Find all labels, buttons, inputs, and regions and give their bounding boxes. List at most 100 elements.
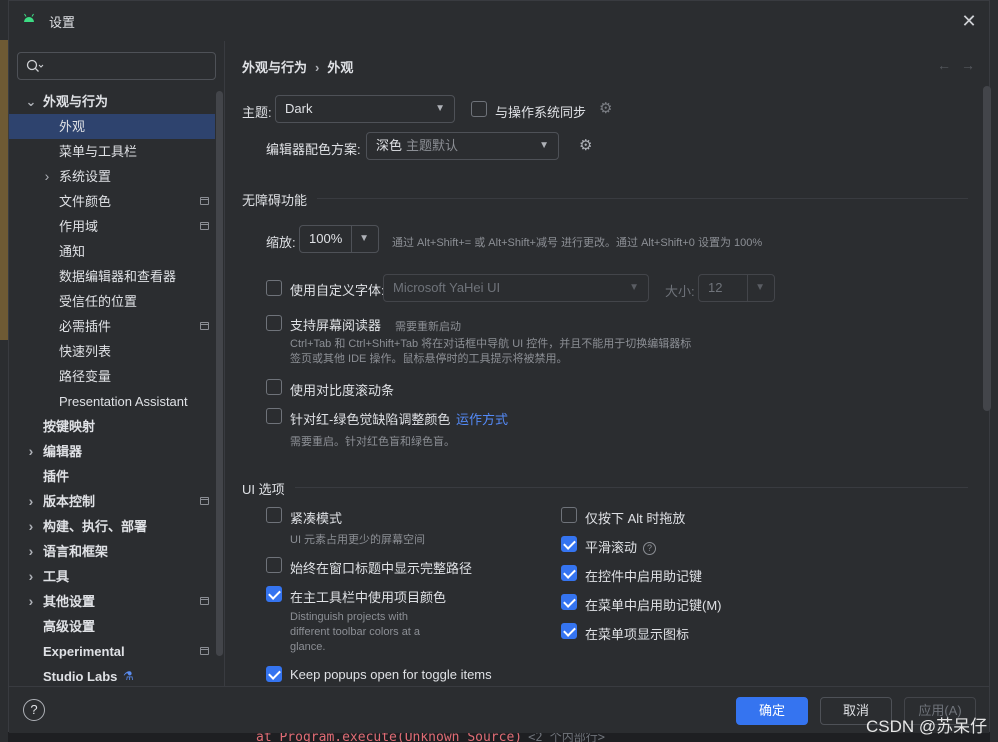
close-icon[interactable]: ✕ [959, 11, 979, 31]
project-colors-label[interactable]: 在主工具栏中使用项目颜色 [290, 587, 446, 606]
sidebar-item[interactable]: 路径变量 [9, 364, 215, 389]
chevron-down-icon: ▼ [359, 233, 369, 244]
screen-reader-label[interactable]: 支持屏幕阅读器 需要重新启动 [290, 315, 461, 334]
sidebar-item[interactable]: › 版本控制 [9, 489, 215, 514]
sidebar-item[interactable]: › 语言和框架 [9, 539, 215, 564]
mnemonics-menu-label[interactable]: 在菜单中启用助记键(M) [585, 595, 722, 614]
sync-os-label[interactable]: 与操作系统同步 [495, 102, 586, 121]
sidebar-item[interactable]: 作用域 [9, 214, 215, 239]
sidebar-item[interactable]: › 系统设置 [9, 164, 215, 189]
color-deficiency-label[interactable]: 针对红-绿色觉缺陷调整颜色 [290, 409, 450, 428]
sidebar-item[interactable]: 通知 [9, 239, 215, 264]
contrast-scrollbar-label[interactable]: 使用对比度滚动条 [290, 380, 394, 399]
custom-font-checkbox[interactable] [266, 280, 282, 296]
custom-font-label[interactable]: 使用自定义字体: [290, 280, 385, 299]
theme-select[interactable]: Dark ▼ [275, 95, 455, 123]
keep-popups-checkbox[interactable] [266, 666, 282, 682]
sidebar-item[interactable]: › 其他设置 [9, 589, 215, 614]
font-size-label: 大小: [665, 284, 695, 299]
sidebar-item[interactable]: 插件 [9, 464, 215, 489]
chevron-down-icon: ▼ [755, 282, 765, 293]
forward-arrow-icon[interactable]: → [961, 57, 985, 73]
screen-reader-checkbox[interactable] [266, 315, 282, 331]
chevron-right-icon[interactable]: › [25, 489, 37, 514]
sidebar-item[interactable]: › 构建、执行、部署 [9, 514, 215, 539]
chevron-down-icon: ▼ [629, 282, 639, 293]
sidebar-item-label: 其他设置 [43, 594, 96, 609]
sidebar-item[interactable]: 数据编辑器和查看器 [9, 264, 215, 289]
breadcrumb-current: 外观 [327, 60, 354, 75]
scheme-label: 编辑器配色方案: [266, 142, 361, 157]
chevron-right-icon[interactable]: › [25, 589, 37, 614]
sidebar-item-label: 受信任的位置 [59, 294, 138, 309]
keep-popups-label[interactable]: Keep popups open for toggle items [290, 667, 492, 682]
scheme-select[interactable]: 深色 主题默认 ▼ [366, 132, 559, 160]
smooth-scroll-checkbox[interactable] [561, 536, 577, 552]
sidebar-item[interactable]: 菜单与工具栏 [9, 139, 215, 164]
sidebar-item[interactable]: 按键映射 [9, 414, 215, 439]
font-select[interactable]: Microsoft YaHei UI ▼ [383, 274, 649, 302]
color-deficiency-checkbox[interactable] [266, 408, 282, 424]
sidebar-item-label: 语言和框架 [43, 544, 109, 559]
zoom-value: 100% [309, 231, 343, 246]
font-size-select[interactable]: 12 ▼ [698, 274, 775, 302]
mnemonics-controls-label[interactable]: 在控件中启用助记键 [585, 566, 702, 585]
smooth-scroll-label[interactable]: 平滑滚动? [585, 537, 657, 556]
sidebar-item[interactable]: 受信任的位置 [9, 289, 215, 314]
chevron-right-icon[interactable]: › [25, 564, 37, 589]
chevron-right-icon[interactable]: › [25, 539, 37, 564]
sync-os-checkbox[interactable] [471, 101, 487, 117]
full-path-label[interactable]: 始终在窗口标题中显示完整路径 [290, 558, 472, 577]
theme-label: 主题: [242, 105, 272, 120]
divider [317, 198, 968, 199]
compact-mode-checkbox[interactable] [266, 507, 282, 523]
chevron-right-icon[interactable]: › [41, 164, 53, 189]
sidebar-item-label: 高级设置 [43, 619, 96, 634]
mnemonics-controls-checkbox[interactable] [561, 565, 577, 581]
zoom-select[interactable]: 100% ▼ [299, 225, 379, 253]
chevron-right-icon[interactable]: › [25, 514, 37, 539]
back-arrow-icon[interactable]: ← [937, 57, 961, 73]
compact-mode-label[interactable]: 紧凑模式 [290, 508, 342, 527]
chevron-down-icon: ▼ [539, 140, 549, 151]
sidebar-item[interactable]: 高级设置 [9, 614, 215, 639]
sidebar-item[interactable]: Presentation Assistant [9, 389, 215, 414]
mnemonics-menu-checkbox[interactable] [561, 594, 577, 610]
alt-drag-label[interactable]: 仅按下 Alt 时拖放 [585, 508, 685, 527]
sidebar-item[interactable]: › 工具 [9, 564, 215, 589]
sidebar-item[interactable]: 文件颜色 [9, 189, 215, 214]
alt-drag-checkbox[interactable] [561, 507, 577, 523]
content-scrollbar[interactable] [983, 86, 991, 411]
full-path-checkbox[interactable] [266, 557, 282, 573]
sidebar-item[interactable]: 必需插件 [9, 314, 215, 339]
contrast-scrollbar-checkbox[interactable] [266, 379, 282, 395]
gear-icon[interactable]: ⚙ [579, 136, 592, 154]
sidebar-item-label: 必需插件 [59, 319, 112, 334]
breadcrumb-parent[interactable]: 外观与行为 [242, 60, 307, 75]
background-panel [0, 40, 8, 340]
sidebar-item[interactable]: 快速列表 [9, 339, 215, 364]
chevron-down-icon[interactable]: ⌄ [25, 89, 37, 114]
how-it-works-link[interactable]: 运作方式 [456, 409, 508, 428]
search-input[interactable] [17, 52, 216, 80]
sidebar-scrollbar[interactable] [216, 91, 223, 656]
zoom-label: 缩放: [266, 235, 296, 250]
menu-icons-label[interactable]: 在菜单项显示图标 [585, 624, 689, 643]
project-colors-checkbox[interactable] [266, 586, 282, 602]
gear-icon[interactable]: ⚙ [599, 99, 612, 117]
sidebar-item[interactable]: › 编辑器 [9, 439, 215, 464]
menu-icons-checkbox[interactable] [561, 623, 577, 639]
project-colors-hint: Distinguish projects with different tool… [290, 610, 420, 655]
help-button[interactable]: ? [23, 699, 45, 721]
project-settings-icon [200, 647, 209, 655]
chevron-right-icon[interactable]: › [25, 439, 37, 464]
ok-button[interactable]: 确定 [736, 697, 808, 725]
help-icon[interactable]: ? [643, 542, 657, 555]
breadcrumb-separator: › [315, 60, 320, 75]
chevron-down-icon: ▼ [435, 103, 445, 114]
sidebar-item[interactable]: 外观 [9, 114, 215, 139]
title-bar[interactable]: 设置 ✕ [9, 1, 989, 41]
sidebar-item[interactable]: ⌄ 外观与行为 [9, 89, 215, 114]
settings-tree: ⌄ 外观与行为 外观 菜单与工具栏 › 系统设置 文件颜色 作用域 通知 数据编辑器和查看器受信任… [9, 89, 215, 689]
sidebar-item[interactable]: Experimental [9, 639, 215, 664]
